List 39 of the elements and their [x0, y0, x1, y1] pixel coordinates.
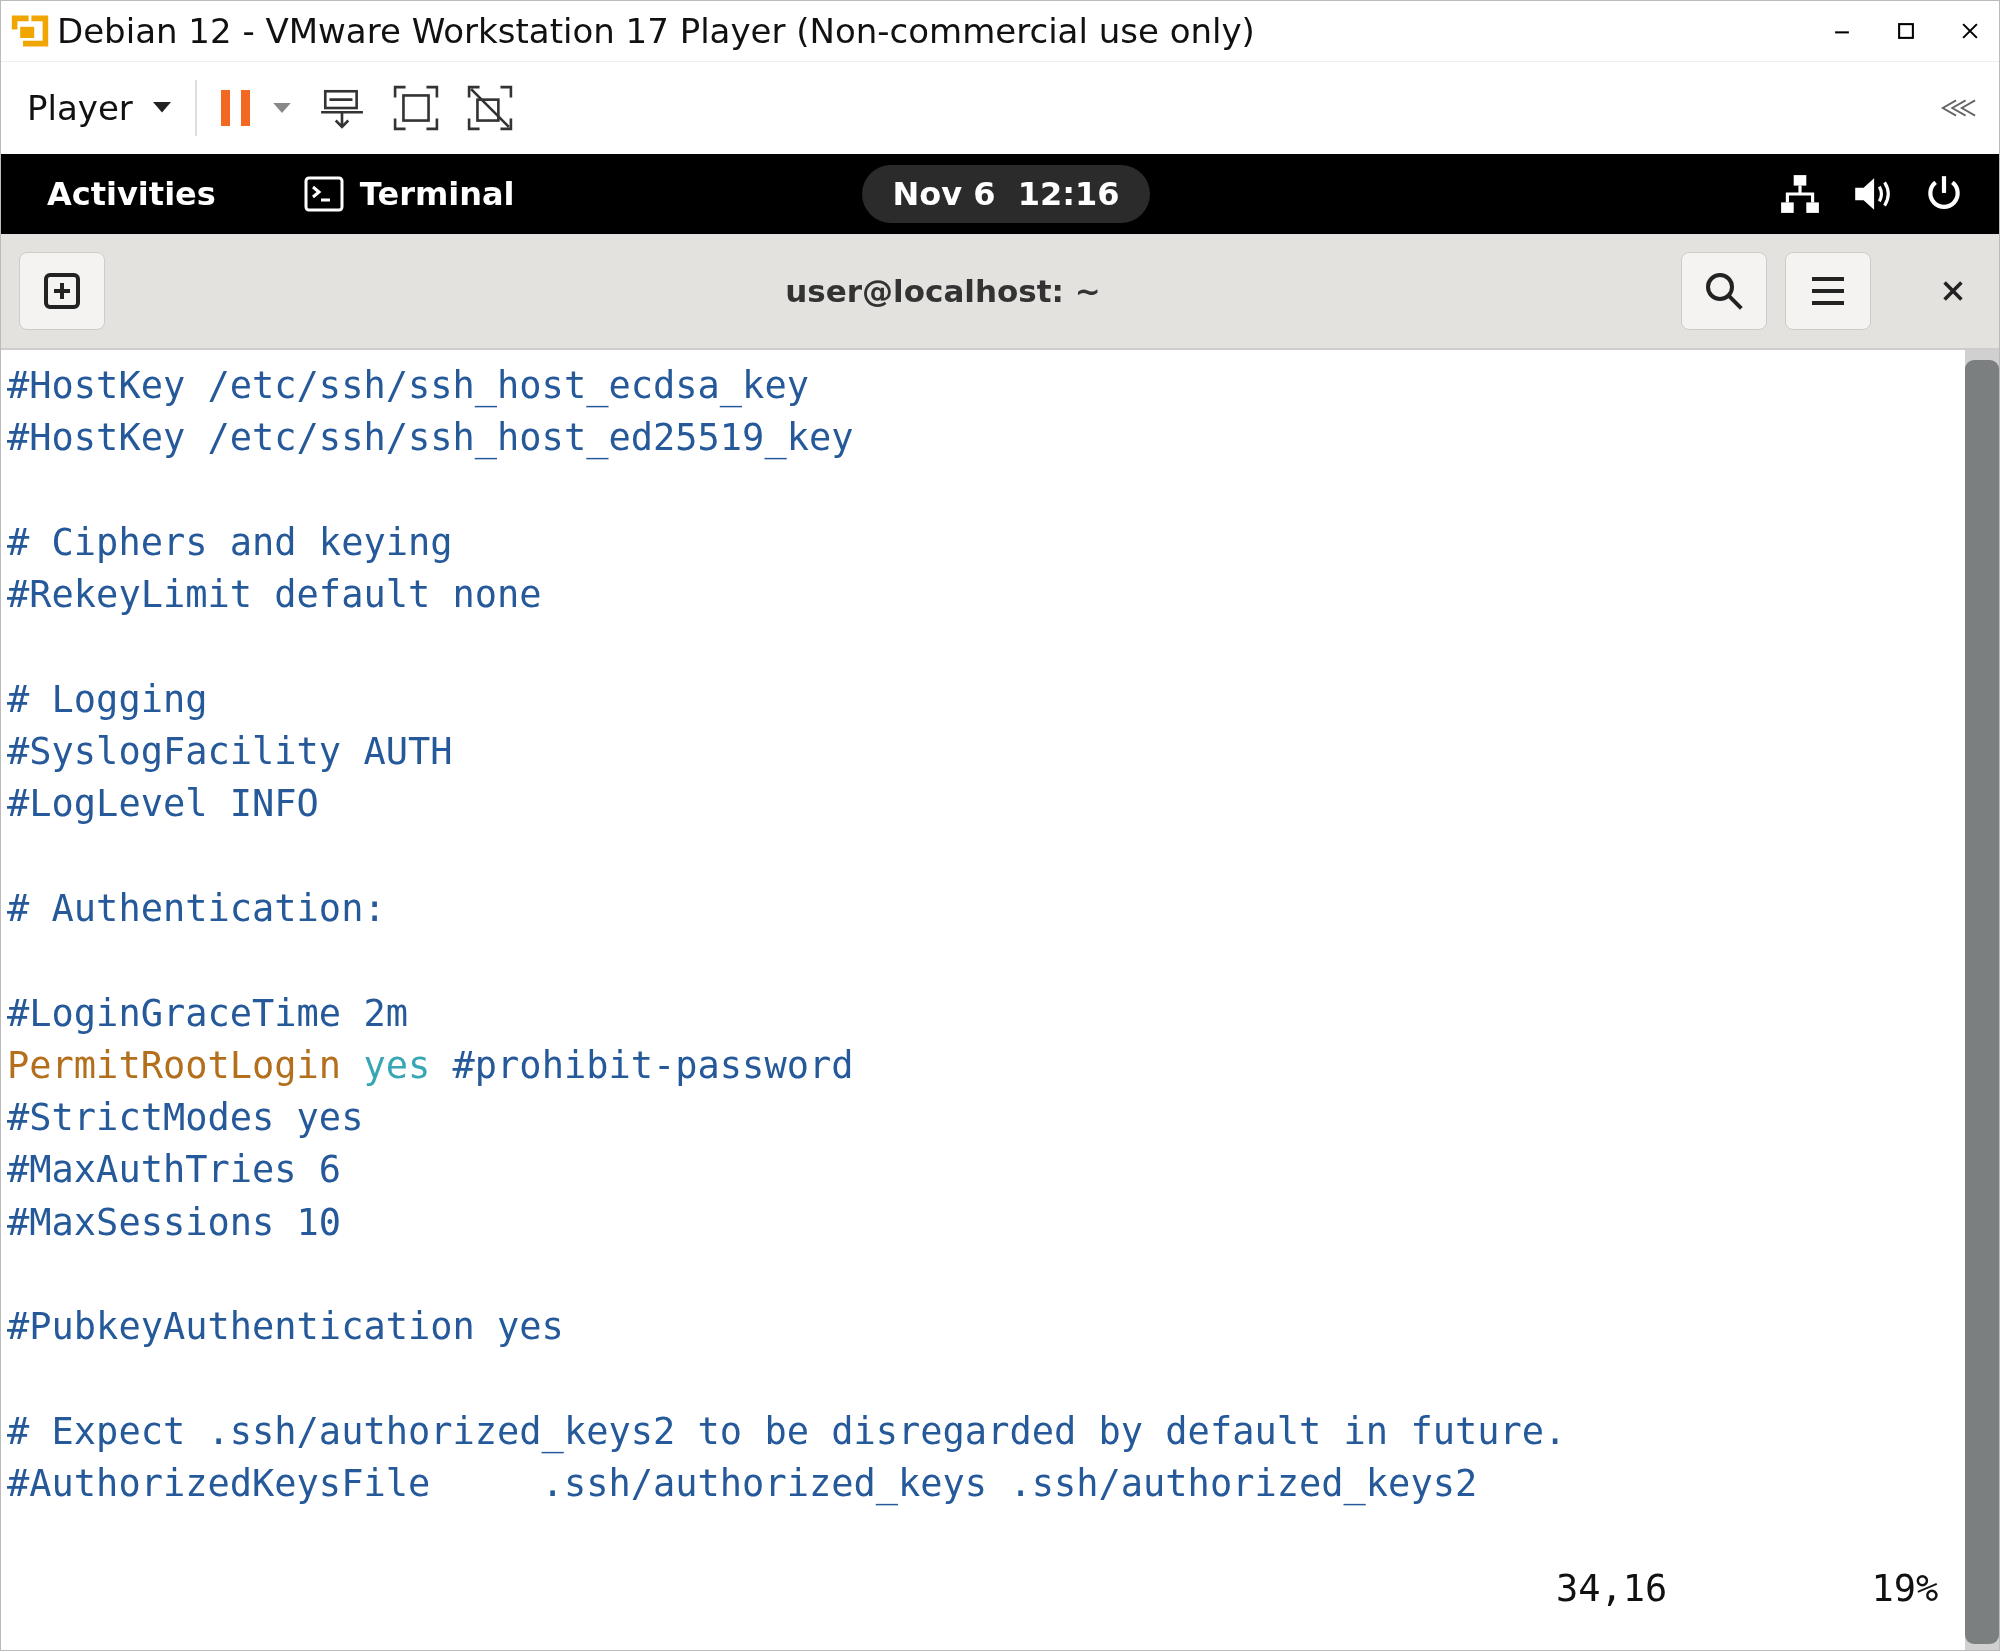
maximize-icon[interactable] [1895, 20, 1917, 42]
code-line: #RekeyLimit default none [7, 572, 542, 619]
plus-icon [42, 271, 82, 311]
code-line: #LogLevel INFO [7, 781, 319, 828]
scrollbar[interactable] [1965, 350, 1999, 1650]
code-line: #PubkeyAuthentication yes [7, 1304, 564, 1351]
close-icon[interactable] [1941, 279, 1965, 303]
clock-button[interactable]: Nov 6 12:16 [862, 165, 1150, 223]
fullscreen-icon[interactable] [392, 85, 439, 131]
code-line: #HostKey /etc/ssh/ssh_host_ed25519_key [7, 415, 854, 462]
code-line: PermitRootLogin yes #prohibit-password [7, 1043, 854, 1087]
code-line: #StrictModes yes [7, 1095, 364, 1142]
code-line: #LoginGraceTime 2m [7, 990, 408, 1037]
caret-icon [152, 102, 171, 114]
code-line: #MaxAuthTries 6 [7, 1147, 342, 1194]
pause-icon[interactable] [218, 87, 253, 129]
caret-icon[interactable] [272, 103, 291, 113]
menu-button[interactable] [1785, 252, 1871, 330]
code-line: #AuthorizedKeysFile .ssh/authorized_keys .ssh/authorized_keys2 [7, 1461, 1478, 1508]
cursor-position: 34,16 [1556, 1565, 1668, 1612]
network-icon[interactable] [1779, 173, 1821, 215]
player-menu[interactable]: Player [15, 82, 183, 134]
code-line: # Ciphers and keying [7, 519, 453, 566]
code-line: #MaxSessions 10 [7, 1199, 342, 1246]
activities-button[interactable]: Activities [47, 175, 216, 213]
code-line: # Authentication: [7, 885, 386, 932]
terminal-icon [303, 176, 344, 212]
collapse-icon[interactable] [1939, 98, 1977, 118]
code-line: # Logging [7, 676, 208, 723]
terminal-title: user@localhost: ~ [785, 273, 1101, 309]
app-menu[interactable]: Terminal [359, 175, 515, 213]
search-button[interactable] [1681, 252, 1767, 330]
code-line: #HostKey /etc/ssh/ssh_host_ecdsa_key [7, 363, 809, 410]
code-line: #SyslogFacility AUTH [7, 729, 453, 776]
new-tab-button[interactable] [19, 252, 105, 330]
code-line: # Expect .ssh/authorized_keys2 to be disregarded by default in future. [7, 1408, 1567, 1456]
scroll-percent: 19% [1871, 1565, 1939, 1612]
window-title: Debian 12 - VMware Workstation 17 Player (Non-commercial use only) [57, 11, 1255, 51]
search-icon [1704, 271, 1744, 311]
